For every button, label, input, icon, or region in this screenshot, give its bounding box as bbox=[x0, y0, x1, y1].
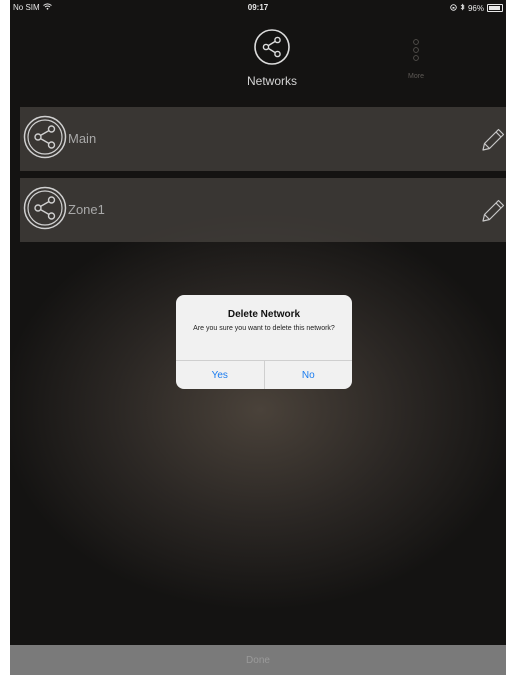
tab-networks[interactable]: Networks bbox=[232, 28, 312, 98]
network-name: Zone1 bbox=[68, 202, 105, 217]
battery-percent: 96% bbox=[467, 3, 484, 13]
header: Networks More bbox=[10, 16, 506, 102]
share-network-icon bbox=[22, 185, 68, 236]
share-network-icon bbox=[22, 114, 68, 165]
network-name: Main bbox=[68, 131, 97, 146]
clock: 09:17 bbox=[247, 3, 269, 12]
tab-more[interactable]: More bbox=[398, 38, 434, 92]
battery-icon bbox=[487, 4, 503, 12]
status-bar: No SIM 09:17 96% bbox=[10, 0, 506, 16]
network-row-main[interactable]: Main bbox=[20, 107, 506, 171]
bluetooth-icon bbox=[460, 3, 465, 13]
rotation-lock-icon bbox=[450, 3, 457, 13]
dialog-title: Delete Network bbox=[227, 309, 301, 320]
yes-button[interactable]: Yes bbox=[176, 361, 264, 389]
status-right: 96% bbox=[450, 3, 503, 13]
done-label: Done bbox=[246, 654, 270, 666]
dialog-buttons: Yes No bbox=[176, 360, 352, 389]
more-dots-icon bbox=[412, 38, 420, 67]
done-button[interactable]: Done bbox=[10, 645, 506, 675]
networks-tab-label: Networks bbox=[246, 74, 297, 88]
no-button[interactable]: No bbox=[263, 361, 353, 389]
share-network-icon bbox=[253, 28, 291, 66]
delete-network-dialog: Delete Network Are you sure you want to … bbox=[176, 295, 352, 389]
network-row-zone1[interactable]: Zone1 bbox=[20, 178, 506, 242]
pencil-edit-icon[interactable] bbox=[480, 125, 506, 158]
pencil-edit-icon[interactable] bbox=[480, 196, 506, 229]
app-screen: No SIM 09:17 96% Networks More Main Zone… bbox=[10, 0, 506, 675]
dialog-message: Are you sure you want to delete this net… bbox=[193, 325, 335, 332]
more-tab-label: More bbox=[408, 73, 424, 80]
